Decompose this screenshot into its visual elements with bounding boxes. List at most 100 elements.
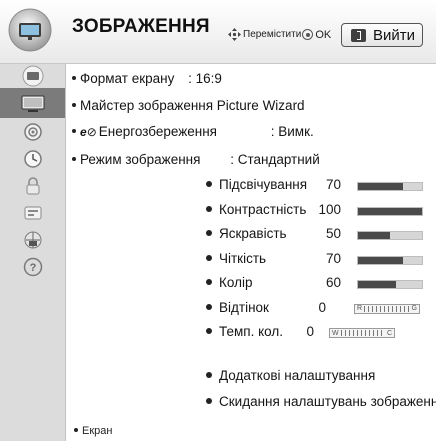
exit-label: Вийти (373, 26, 416, 44)
setting-label: Контрастність (219, 201, 307, 217)
setting-value: 60 (325, 275, 341, 290)
aspect-label: Формат екрану (80, 71, 175, 86)
scale-right-label: C (386, 329, 392, 337)
nav-hint-move: Перемістити (243, 29, 302, 40)
mode-value: : Стандартний (230, 152, 320, 167)
setting-label: Яскравість (219, 226, 287, 241)
setting-level-bar[interactable] (357, 231, 423, 240)
sidebar-item-lock[interactable] (0, 173, 65, 199)
svg-text:?: ? (29, 262, 36, 274)
setting-value: 100 (318, 201, 341, 217)
sidebar-item-network[interactable] (0, 227, 65, 253)
page-title: ЗОБРАЖЕННЯ (72, 16, 210, 37)
eco-icon: e⊘ (80, 125, 97, 139)
scale-ticks (340, 330, 385, 336)
sidebar-item-picture[interactable] (0, 88, 65, 118)
speaker-icon (23, 123, 42, 141)
exit-key-icon (351, 28, 366, 42)
setting-value: 70 (325, 177, 341, 192)
sidebar-item-time[interactable] (0, 146, 65, 172)
setting-level-fill (358, 207, 422, 215)
bullet (74, 428, 78, 433)
menu-item-picture-mode[interactable]: Режим зображення : Стандартний (72, 152, 320, 167)
sidebar-item-support[interactable]: ? (0, 254, 65, 280)
nav-hint: Перемістити OK (228, 28, 331, 41)
bullet (206, 205, 212, 212)
menu-header: ЗОБРАЖЕННЯ Перемістити OK Вийти (0, 0, 436, 64)
sidebar-item-audio[interactable] (0, 119, 65, 145)
setting-row[interactable]: Темп. кол. (206, 324, 283, 339)
screen-menu-item[interactable]: Екран (74, 425, 112, 437)
setting-balance-scale[interactable]: WC (329, 328, 395, 338)
setting-row[interactable]: Контрастність (206, 202, 306, 217)
setting-level-bar[interactable] (357, 255, 423, 265)
setting-level-fill (358, 281, 396, 288)
bullet (206, 279, 212, 286)
options-icon (24, 206, 41, 220)
scale-right-label: G (411, 305, 417, 312)
scale-left-label: W (332, 329, 339, 337)
bullet (72, 103, 76, 108)
eco-label: Енергозбереження (98, 124, 217, 139)
category-sidebar: ? (0, 64, 66, 441)
bullet (206, 328, 212, 335)
bullet (206, 230, 212, 237)
scale-ticks (364, 305, 410, 312)
setting-row[interactable]: Відтінок (206, 300, 269, 315)
help-icon: ? (23, 257, 42, 277)
wizard-label: Майстер зображення Picture Wizard (80, 98, 305, 113)
exit-button[interactable]: Вийти (341, 23, 423, 47)
setting-level-fill (358, 256, 403, 264)
footer-label: Екран (82, 425, 113, 437)
bullet (206, 254, 212, 261)
setting-label: Підсвічування (219, 177, 308, 192)
mode-label: Режим зображення (80, 152, 201, 167)
setting-balance-scale[interactable]: RG (354, 303, 420, 314)
advanced-label: Додаткові налаштування (219, 368, 376, 383)
bullet (206, 398, 212, 405)
setting-value: 70 (325, 250, 341, 266)
clock-icon (23, 150, 42, 168)
setting-value: 50 (325, 226, 341, 241)
bullet (206, 372, 212, 379)
setting-level-fill (358, 232, 390, 239)
menu-item-reset-picture[interactable]: Скидання налаштувань зображення (206, 394, 436, 409)
scale-left-label: R (357, 305, 363, 312)
eco-value: : Вимк. (270, 124, 314, 139)
monitor-icon (21, 95, 44, 112)
bullet (72, 129, 76, 134)
menu-item-aspect-ratio[interactable]: Формат екрану : 16:9 (72, 71, 222, 86)
menu-item-energy-saving[interactable]: e⊘ Енергозбереження : Вимк. (72, 124, 314, 139)
setting-row[interactable]: Колір (206, 275, 252, 290)
setting-level-bar[interactable] (357, 206, 423, 216)
setting-label: Темп. кол. (219, 324, 283, 339)
aspect-value: : 16:9 (188, 71, 222, 86)
setting-label: Відтінок (219, 299, 269, 315)
setting-level-bar[interactable] (357, 280, 423, 289)
tv-picture-menu: ЗОБРАЖЕННЯ Перемістити OK Вийти ? Формат… (0, 0, 436, 441)
bullet (206, 303, 212, 310)
tv-icon (22, 65, 43, 87)
network-icon (24, 231, 41, 249)
setting-level-bar[interactable] (357, 182, 423, 191)
bullet (206, 181, 212, 188)
setting-label: Колір (219, 275, 253, 290)
menu-item-advanced-settings[interactable]: Додаткові налаштування (206, 368, 375, 383)
picture-menu-logo-icon (8, 8, 52, 52)
move-arrows-icon (228, 28, 241, 41)
ok-button-icon (302, 29, 314, 40)
menu-content: Формат екрану : 16:9 Майстер зображення … (66, 64, 436, 441)
reset-label: Скидання налаштувань зображення (219, 394, 436, 409)
setting-value: 0 (306, 324, 314, 339)
setting-value: 0 (318, 299, 326, 315)
setting-row[interactable]: Яскравість (206, 226, 287, 241)
sidebar-item-setup[interactable] (0, 64, 65, 88)
menu-item-picture-wizard[interactable]: Майстер зображення Picture Wizard (72, 98, 305, 113)
bullet (72, 76, 76, 81)
lock-icon (26, 177, 39, 195)
setting-row[interactable]: Підсвічування (206, 177, 307, 192)
setting-label: Чіткість (219, 250, 267, 266)
setting-row[interactable]: Чіткість (206, 251, 266, 266)
nav-hint-ok: OK (315, 28, 332, 41)
sidebar-item-options[interactable] (0, 200, 65, 226)
